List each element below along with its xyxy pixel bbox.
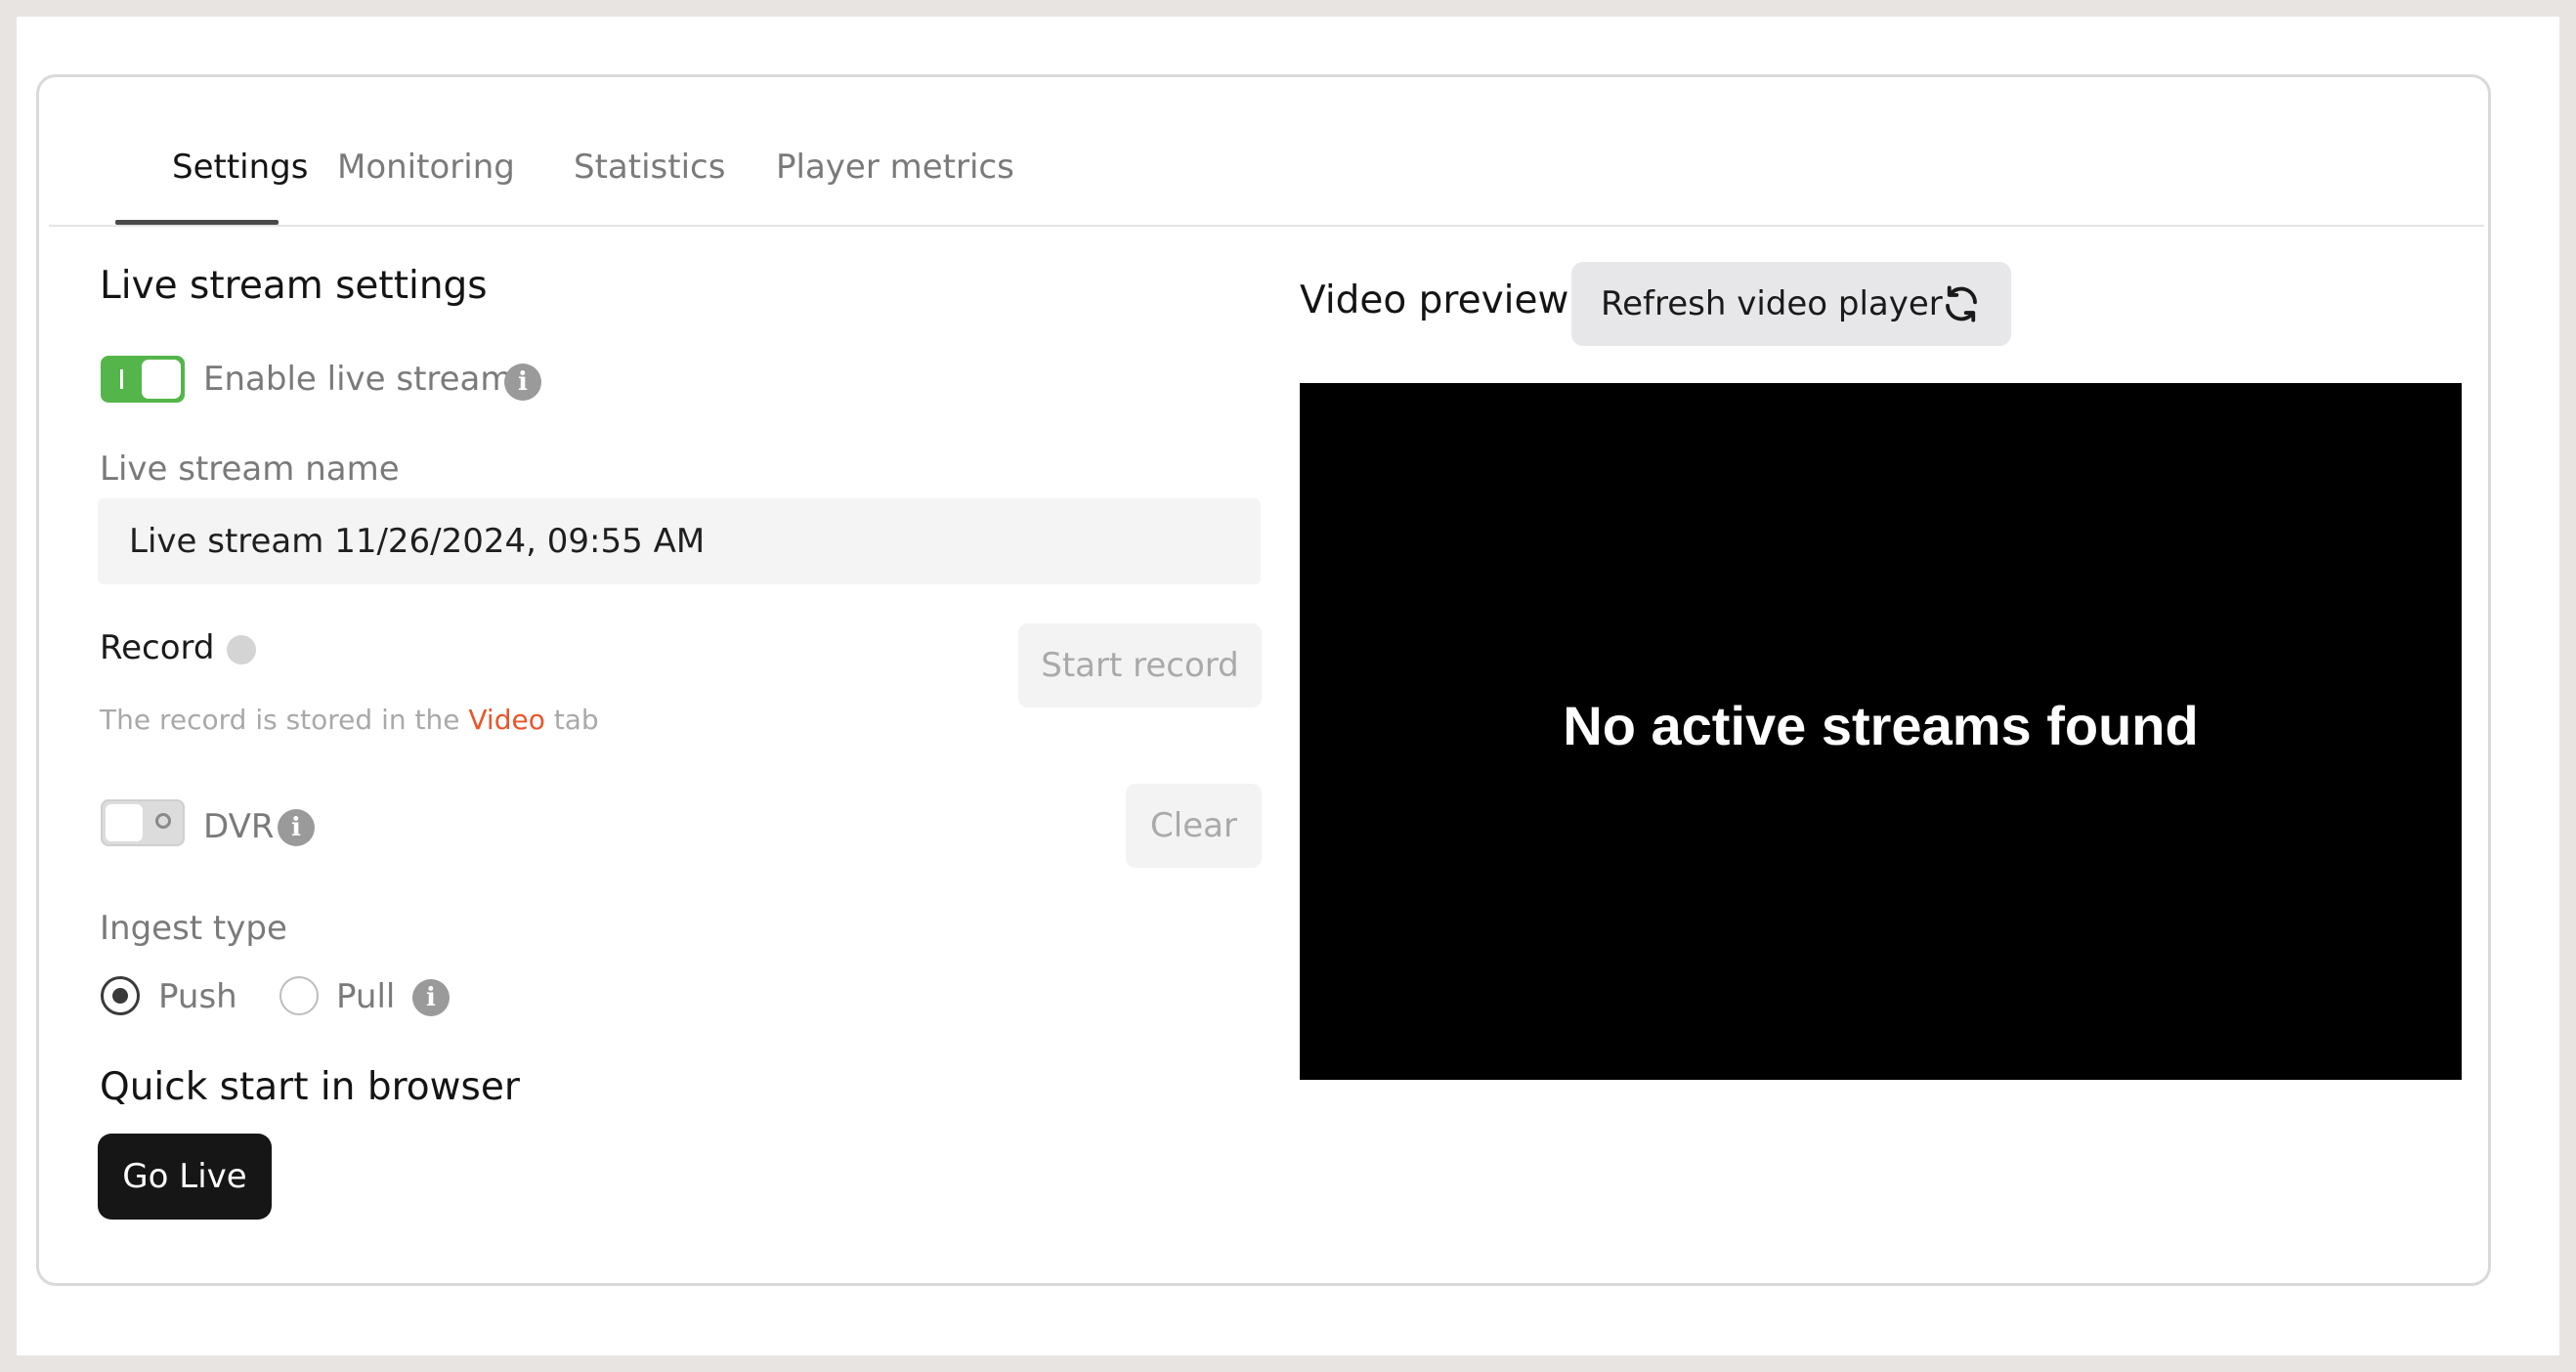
quick-start-title: Quick start in browser — [100, 1065, 520, 1109]
active-tab-indicator — [115, 220, 279, 225]
dvr-label: DVR — [203, 807, 275, 846]
tab-bar: Settings Monitoring Statistics Player me… — [49, 77, 2484, 227]
video-player[interactable]: No active streams found — [1300, 383, 2462, 1080]
ingest-push-radio[interactable] — [101, 976, 140, 1015]
toggle-knob — [106, 804, 143, 841]
no-streams-message: No active streams found — [1563, 695, 2199, 756]
settings-title: Live stream settings — [100, 264, 488, 308]
toggle-knob — [142, 360, 181, 399]
ingest-push-label: Push — [158, 977, 237, 1016]
toggle-on-mark — [120, 369, 123, 389]
start-record-button[interactable]: Start record — [1018, 623, 1262, 707]
enable-live-stream-toggle[interactable] — [101, 356, 185, 403]
video-tab-link[interactable]: Video — [468, 704, 544, 736]
info-icon[interactable]: i — [412, 979, 450, 1016]
refresh-icon — [1946, 285, 1977, 322]
record-hint-suffix: tab — [553, 704, 599, 736]
tab-settings[interactable]: Settings — [172, 148, 308, 187]
stream-name-label: Live stream name — [100, 450, 400, 489]
radio-dot — [112, 988, 128, 1004]
stream-name-input[interactable]: Live stream 11/26/2024, 09:55 AM — [98, 498, 1261, 584]
enable-live-stream-label: Enable live stream — [203, 360, 513, 399]
dvr-toggle[interactable] — [101, 799, 185, 846]
ingest-pull-radio[interactable] — [279, 976, 319, 1015]
info-icon[interactable]: i — [278, 809, 315, 846]
info-icon[interactable]: i — [504, 364, 541, 401]
record-hint-prefix: The record is stored in the — [100, 704, 460, 736]
video-preview-title: Video preview — [1300, 279, 1569, 322]
record-status-dot-icon — [227, 635, 256, 665]
clear-dvr-button[interactable]: Clear — [1126, 784, 1262, 868]
record-hint: The record is stored in the Video tab — [100, 704, 599, 736]
record-label: Record — [100, 628, 215, 667]
go-live-button[interactable]: Go Live — [98, 1134, 272, 1220]
tab-monitoring[interactable]: Monitoring — [337, 148, 515, 187]
tab-statistics[interactable]: Statistics — [574, 148, 725, 187]
refresh-button-label: Refresh video player — [1601, 284, 1943, 323]
ingest-pull-label: Pull — [336, 977, 396, 1016]
toggle-off-mark — [155, 813, 171, 829]
ingest-type-label: Ingest type — [100, 909, 287, 948]
tab-player-metrics[interactable]: Player metrics — [776, 148, 1014, 187]
refresh-video-player-button[interactable]: Refresh video player — [1571, 262, 2011, 346]
